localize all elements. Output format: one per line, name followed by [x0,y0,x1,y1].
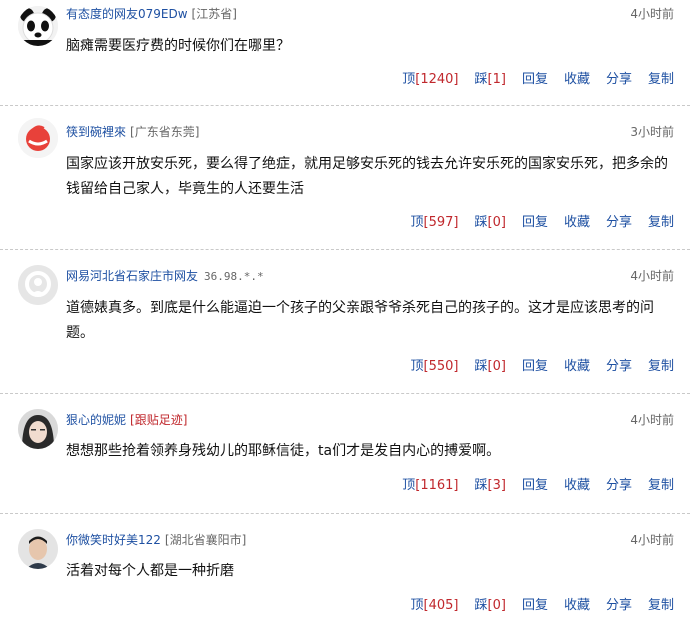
username-link[interactable]: 筷到碗裡來 [66,125,126,139]
comment-item: 狠心的妮妮 [跟贴足迹] 4小时前 想想那些抢着领养身残幼儿的耶稣信徒，ta们才是… [0,394,690,514]
downvote-label: 踩 [474,359,488,374]
reply-button[interactable]: 回复 [522,478,548,493]
avatar-photo[interactable] [18,529,58,569]
upvote-label: 顶 [410,215,424,230]
comment-time: 3小时前 [630,125,674,139]
reply-button[interactable]: 回复 [522,359,548,374]
comment-time: 4小时前 [630,533,674,547]
favorite-button[interactable]: 收藏 [564,72,590,87]
downvote-button[interactable]: 踩[0] [475,598,506,613]
favorite-button[interactable]: 收藏 [564,478,590,493]
comment-actions: 顶[405] 踩[0] 回复 收藏 分享 复制 [411,598,674,614]
upvote-button[interactable]: 顶[1161] [402,478,458,493]
comment-meta: 你微笑时好美122 [湖北省襄阳市] [66,532,246,548]
copy-button[interactable]: 复制 [648,359,674,374]
downvote-count: [1] [487,72,506,87]
avatar-default[interactable] [18,265,58,305]
comment-text: 国家应该开放安乐死，要么得了绝症，就用足够安乐死的钱去允许安乐死的国家安乐死，把… [66,156,668,197]
upvote-button[interactable]: 顶[405] [411,598,459,613]
upvote-count: [405] [423,598,459,613]
upvote-button[interactable]: 顶[597] [411,215,459,230]
comment-time: 4小时前 [630,7,674,21]
downvote-count: [0] [487,359,506,374]
comment-meta: 筷到碗裡來 [广东省东莞] [66,124,199,140]
upvote-label: 顶 [402,478,416,493]
comment-actions: 顶[597] 踩[0] 回复 收藏 分享 复制 [411,215,674,231]
upvote-button[interactable]: 顶[550] [411,359,459,374]
copy-button[interactable]: 复制 [648,598,674,613]
comment-actions: 顶[550] 踩[0] 回复 收藏 分享 复制 [411,359,674,375]
reply-button[interactable]: 回复 [522,598,548,613]
downvote-count: [0] [487,215,506,230]
username-link[interactable]: 狠心的妮妮 [66,413,126,427]
user-ip: 36.98.*.* [204,270,264,283]
comment-meta: 网易河北省石家庄市网友 36.98.*.* [66,268,264,285]
comment-meta: 狠心的妮妮 [跟贴足迹] [66,412,187,428]
user-location: [江苏省] [191,7,237,21]
avatar-photo[interactable] [18,409,58,449]
downvote-button[interactable]: 踩[0] [475,215,506,230]
share-button[interactable]: 分享 [606,359,632,374]
share-button[interactable]: 分享 [606,72,632,87]
comment-time: 4小时前 [630,269,674,283]
follow-trail-link[interactable]: [跟贴足迹] [130,413,187,427]
username-link[interactable]: 有态度的网友079EDw [66,7,188,21]
comment-time: 4小时前 [630,413,674,427]
upvote-count: [1161] [415,478,459,493]
comment-text: 活着对每个人都是一种折磨 [66,563,234,579]
reply-button[interactable]: 回复 [522,72,548,87]
upvote-count: [550] [423,359,459,374]
user-location: [湖北省襄阳市] [164,533,247,547]
upvote-label: 顶 [410,359,424,374]
downvote-button[interactable]: 踩[1] [475,72,506,87]
avatar-panda[interactable] [18,6,58,46]
comment-text: 道德婊真多。到底是什么能逼迫一个孩子的父亲跟爷爷杀死自己的孩子的。这才是应该思考… [66,300,654,341]
comment-item: 你微笑时好美122 [湖北省襄阳市] 4小时前 活着对每个人都是一种折磨 顶[40… [0,514,690,625]
downvote-button[interactable]: 踩[0] [475,359,506,374]
comment-actions: 顶[1240] 踩[1] 回复 收藏 分享 复制 [402,72,674,88]
downvote-count: [3] [487,478,506,493]
downvote-label: 踩 [474,215,488,230]
comment-item: 网易河北省石家庄市网友 36.98.*.* 4小时前 道德婊真多。到底是什么能逼迫… [0,250,690,394]
copy-button[interactable]: 复制 [648,478,674,493]
username-link[interactable]: 网易河北省石家庄市网友 [66,269,198,283]
upvote-count: [1240] [415,72,459,87]
avatar-bowl[interactable] [18,118,58,158]
user-location: [广东省东莞] [130,125,200,139]
reply-button[interactable]: 回复 [522,215,548,230]
share-button[interactable]: 分享 [606,478,632,493]
share-button[interactable]: 分享 [606,598,632,613]
favorite-button[interactable]: 收藏 [564,598,590,613]
downvote-label: 踩 [474,478,488,493]
upvote-button[interactable]: 顶[1240] [402,72,458,87]
downvote-label: 踩 [474,72,488,87]
downvote-label: 踩 [474,598,488,613]
upvote-label: 顶 [410,598,424,613]
comment-text: 脑瘫需要医疗费的时候你们在哪里？ [66,38,290,54]
username-link[interactable]: 你微笑时好美122 [66,533,161,547]
favorite-button[interactable]: 收藏 [564,359,590,374]
downvote-button[interactable]: 踩[3] [475,478,506,493]
copy-button[interactable]: 复制 [648,215,674,230]
upvote-label: 顶 [402,72,416,87]
downvote-count: [0] [487,598,506,613]
comment-actions: 顶[1161] 踩[3] 回复 收藏 分享 复制 [402,478,674,494]
comment-item: 筷到碗裡來 [广东省东莞] 3小时前 国家应该开放安乐死，要么得了绝症，就用足够安… [0,106,690,250]
favorite-button[interactable]: 收藏 [564,215,590,230]
comment-item: 有态度的网友079EDw [江苏省] 4小时前 脑瘫需要医疗费的时候你们在哪里？ … [0,0,690,106]
share-button[interactable]: 分享 [606,215,632,230]
upvote-count: [597] [423,215,459,230]
comment-text: 想想那些抢着领养身残幼儿的耶稣信徒，ta们才是发自内心的搏爱啊。 [66,443,501,459]
comment-meta: 有态度的网友079EDw [江苏省] [66,6,237,22]
copy-button[interactable]: 复制 [648,72,674,87]
